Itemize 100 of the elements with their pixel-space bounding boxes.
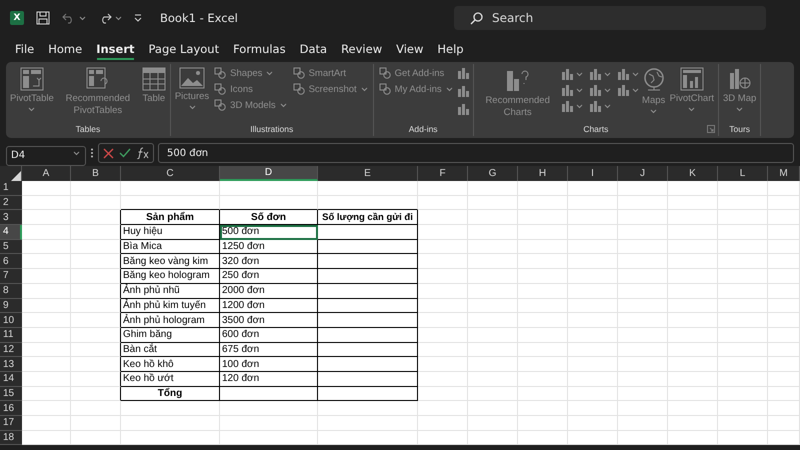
- menu-tab[interactable]: Page Layout: [142, 36, 226, 62]
- empty-cell[interactable]: [71, 328, 121, 343]
- empty-cell[interactable]: [71, 284, 121, 298]
- empty-cell[interactable]: [71, 372, 121, 387]
- column-header[interactable]: A: [22, 166, 71, 181]
- menu-tab[interactable]: Review: [334, 36, 390, 62]
- cancel-icon[interactable]: [103, 148, 114, 158]
- empty-cell[interactable]: [71, 254, 121, 270]
- row-header[interactable]: 4: [0, 225, 22, 240]
- save-icon[interactable]: [36, 11, 50, 25]
- row-header[interactable]: 11: [0, 328, 22, 343]
- column-header[interactable]: K: [668, 166, 718, 181]
- column-header[interactable]: L: [718, 166, 768, 181]
- empty-cell[interactable]: [318, 342, 418, 358]
- column-header[interactable]: I: [568, 166, 618, 181]
- empty-cell[interactable]: [318, 386, 418, 402]
- check-icon[interactable]: [119, 148, 131, 158]
- name-box[interactable]: D4: [6, 146, 86, 166]
- column-heading-cell: Sản phẩm: [121, 210, 220, 226]
- window-title: Book1 - Excel: [160, 11, 238, 25]
- table-cell: 3500 đơn: [220, 313, 318, 328]
- empty-cell[interactable]: [71, 386, 121, 402]
- column-header[interactable]: G: [468, 166, 518, 181]
- empty-cell[interactable]: [318, 357, 418, 372]
- picture-icon: [179, 67, 205, 89]
- column-header[interactable]: F: [418, 166, 468, 181]
- empty-cell[interactable]: [318, 240, 418, 254]
- empty-cell[interactable]: [318, 269, 418, 284]
- empty-cell[interactable]: [71, 269, 121, 284]
- dropdown-caret-icon: [73, 151, 80, 156]
- row-header[interactable]: 2: [0, 196, 22, 210]
- more-icon[interactable]: [90, 148, 94, 158]
- row-header[interactable]: 10: [0, 313, 22, 328]
- empty-cell[interactable]: [318, 372, 418, 387]
- menu-tab[interactable]: View: [389, 36, 430, 62]
- chart-type-button[interactable]: [616, 68, 639, 80]
- chart-type-button[interactable]: [560, 68, 583, 80]
- row-header[interactable]: 3: [0, 210, 22, 226]
- caret-icon: [650, 108, 658, 114]
- chart-type-button[interactable]: [560, 100, 583, 112]
- empty-cell[interactable]: [318, 328, 418, 343]
- menu-tab[interactable]: Data: [292, 36, 334, 62]
- empty-cell[interactable]: [71, 357, 121, 372]
- row-header[interactable]: 17: [0, 416, 22, 431]
- column-header[interactable]: J: [618, 166, 668, 181]
- chart-type-button[interactable]: [560, 84, 583, 96]
- select-all-corner[interactable]: [0, 166, 22, 181]
- column-header[interactable]: B: [71, 166, 121, 181]
- pivot-chart-icon: [680, 67, 704, 91]
- search-field[interactable]: Search: [454, 6, 766, 30]
- row-header[interactable]: 7: [0, 269, 22, 284]
- search-icon: [470, 12, 483, 25]
- row-header[interactable]: 1: [0, 181, 22, 196]
- empty-cell[interactable]: [318, 284, 418, 298]
- chart-type-button[interactable]: [588, 68, 611, 80]
- app-logo[interactable]: X: [10, 11, 24, 25]
- row-header[interactable]: 12: [0, 342, 22, 358]
- ribbon-group-label: Illustrations: [250, 124, 294, 134]
- menu-tab[interactable]: File: [8, 36, 42, 62]
- chart-type-button[interactable]: [588, 84, 611, 96]
- empty-cell[interactable]: [71, 342, 121, 358]
- row-header[interactable]: 13: [0, 357, 22, 372]
- column-header[interactable]: E: [318, 166, 418, 181]
- ribbon-group-label: Tours: [729, 124, 750, 134]
- column-header[interactable]: D: [220, 166, 318, 181]
- empty-cell[interactable]: [318, 225, 418, 240]
- row-header[interactable]: 14: [0, 372, 22, 387]
- menu-tab[interactable]: Home: [41, 36, 90, 62]
- dialog-launcher-icon[interactable]: [707, 125, 716, 133]
- caret-icon: [576, 72, 583, 76]
- menu-tab[interactable]: Insert: [89, 36, 142, 62]
- menu-tab[interactable]: Help: [430, 36, 471, 62]
- empty-cell[interactable]: [71, 298, 121, 314]
- row-header[interactable]: 6: [0, 254, 22, 270]
- empty-cell[interactable]: [318, 313, 418, 328]
- column-header[interactable]: C: [121, 166, 220, 181]
- empty-cell[interactable]: [71, 240, 121, 254]
- row-header[interactable]: 15: [0, 386, 22, 402]
- column-header[interactable]: M: [768, 166, 800, 181]
- empty-cell[interactable]: [220, 386, 318, 402]
- ribbon-group-label: Charts: [583, 124, 608, 134]
- function-icon[interactable]: [136, 147, 149, 159]
- chart-type-button[interactable]: [588, 100, 611, 112]
- menu-tab[interactable]: Formulas: [226, 36, 293, 62]
- row-header[interactable]: 9: [0, 298, 22, 314]
- empty-cell[interactable]: [71, 225, 121, 240]
- empty-cell[interactable]: [71, 313, 121, 328]
- row-header[interactable]: 18: [0, 430, 22, 446]
- empty-cell[interactable]: [318, 254, 418, 270]
- chart-type-button[interactable]: [616, 84, 639, 96]
- caret-icon: [604, 88, 611, 92]
- row-header[interactable]: 16: [0, 401, 22, 416]
- table-cell: 1250 đơn: [220, 240, 318, 254]
- formula-field[interactable]: 500 đơn: [158, 143, 794, 163]
- empty-cell[interactable]: [71, 210, 121, 226]
- customize-toolbar-icon[interactable]: [134, 14, 142, 22]
- row-header[interactable]: 8: [0, 284, 22, 298]
- empty-cell[interactable]: [318, 298, 418, 314]
- row-header[interactable]: 5: [0, 240, 22, 254]
- column-header[interactable]: H: [518, 166, 568, 181]
